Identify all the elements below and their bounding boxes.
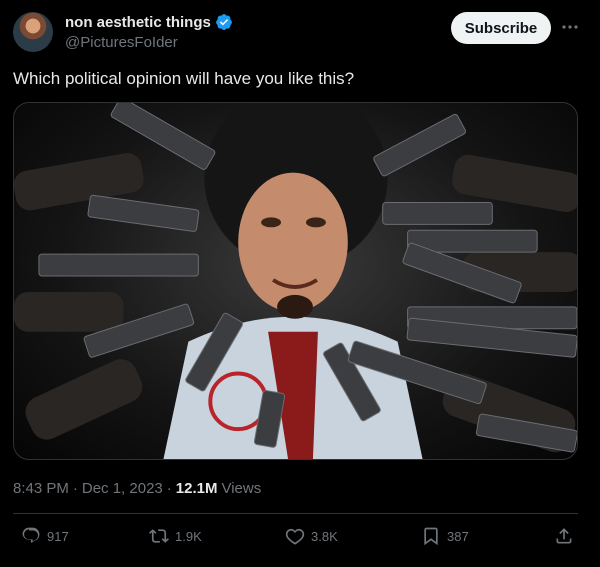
subscribe-button[interactable]: Subscribe	[451, 12, 551, 44]
reply-icon	[22, 527, 40, 543]
more-icon[interactable]	[560, 17, 580, 37]
heart-icon	[285, 528, 305, 545]
tweet-time[interactable]: 8:43 PM	[13, 480, 69, 497]
repost-icon	[149, 529, 169, 543]
repost-count: 1.9K	[175, 528, 202, 544]
views-label: Views	[221, 480, 262, 497]
author-name-row[interactable]: non aesthetic things	[65, 13, 233, 31]
meta-separator: ·	[72, 480, 78, 497]
author-avatar[interactable]	[13, 12, 53, 52]
author-handle[interactable]: @PicturesFoIder	[65, 34, 178, 51]
reply-count: 917	[47, 528, 69, 544]
media-photo	[14, 103, 577, 459]
bookmark-button[interactable]: 387	[421, 526, 469, 546]
repost-button[interactable]: 1.9K	[149, 526, 202, 546]
tweet-meta: 8:43 PM · Dec 1, 2023 · 12.1M Views	[13, 480, 261, 497]
reply-button[interactable]: 917	[21, 526, 69, 546]
tweet-date[interactable]: Dec 1, 2023	[82, 480, 163, 497]
author-display-name[interactable]: non aesthetic things	[65, 14, 211, 31]
share-icon	[556, 528, 572, 544]
verified-badge-icon	[215, 14, 232, 31]
tweet-actions: 917 1.9K 3.8K 387	[13, 526, 578, 552]
share-button[interactable]	[554, 526, 574, 546]
meta-separator: ·	[166, 480, 172, 497]
bookmark-icon	[424, 527, 438, 546]
divider	[13, 513, 578, 514]
bookmark-count: 387	[447, 528, 469, 544]
like-button[interactable]: 3.8K	[285, 526, 338, 546]
views-count[interactable]: 12.1M	[176, 480, 218, 497]
tweet-media-image[interactable]	[13, 102, 578, 460]
like-count: 3.8K	[311, 528, 338, 544]
tweet-text: Which political opinion will have you li…	[13, 69, 355, 88]
